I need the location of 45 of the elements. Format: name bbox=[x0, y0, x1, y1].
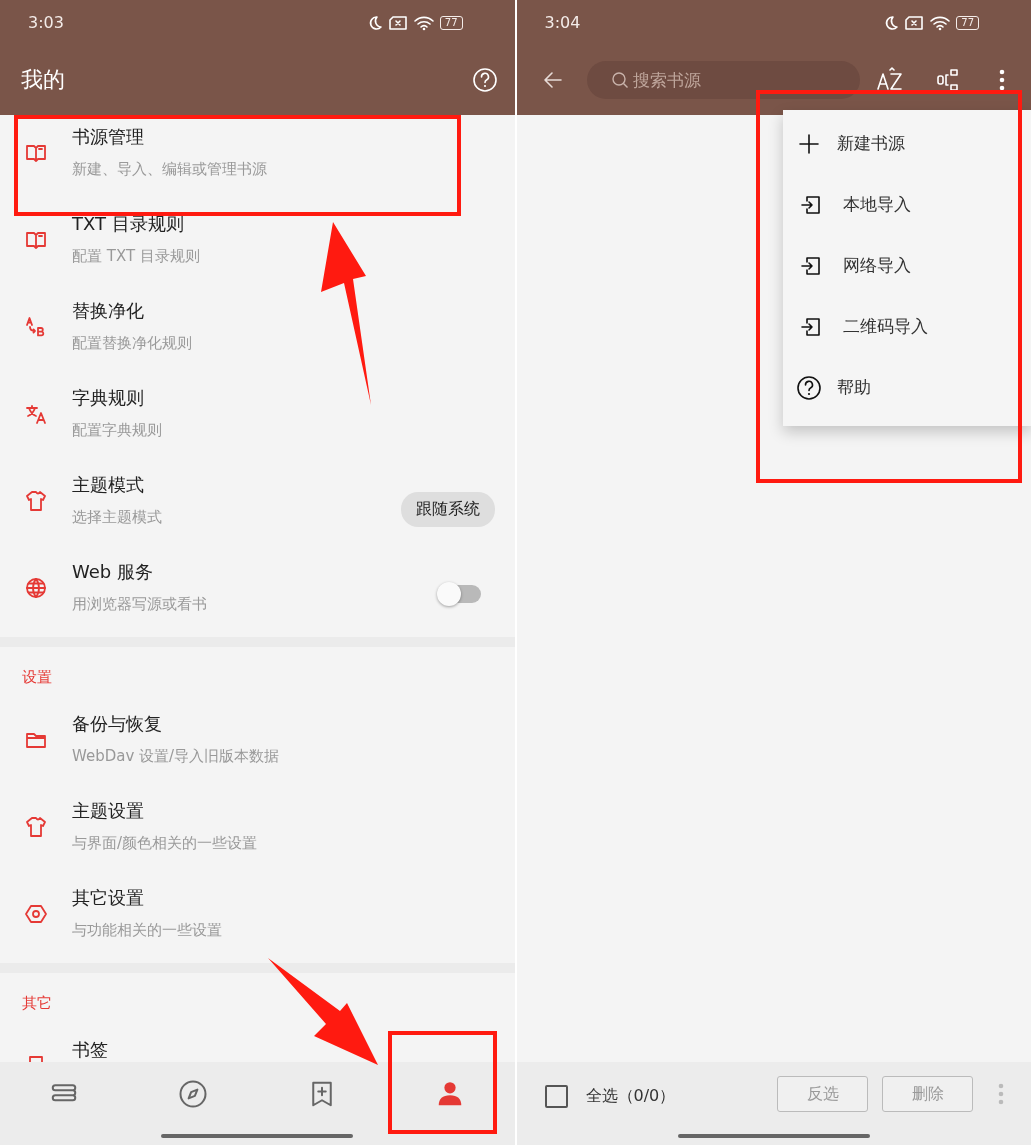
item-subtitle: 与界面/颜色相关的一些设置 bbox=[72, 834, 259, 852]
item-title: 字典规则 bbox=[72, 387, 145, 409]
settings-item[interactable]: 替换净化 配置替换净化规则 bbox=[0, 289, 515, 376]
item-subtitle: 配置 TXT 目录规则 bbox=[72, 247, 201, 265]
item-subtitle: 用浏览器写源或看书 bbox=[72, 595, 208, 613]
item-title: 书源管理 bbox=[72, 126, 145, 148]
settings-item[interactable]: 其它设置 与功能相关的一些设置 bbox=[0, 876, 515, 963]
item-title: 主题模式 bbox=[72, 474, 145, 496]
settings-item[interactable]: 书签 bbox=[0, 1028, 515, 1062]
settings-item[interactable]: 备份与恢复 WebDav 设置/导入旧版本数据 bbox=[0, 702, 515, 789]
select-all-label: 全选（0/0） bbox=[585, 1086, 676, 1107]
settings-item[interactable]: TXT 目录规则 配置 TXT 目录规则 bbox=[0, 202, 515, 289]
menu-item[interactable]: 新建书源 bbox=[782, 113, 1031, 174]
settings-item[interactable]: 字典规则 配置字典规则 bbox=[0, 376, 515, 463]
page-title: 我的 bbox=[21, 66, 65, 94]
section-header: 其它 bbox=[22, 993, 52, 1014]
item-subtitle: 与功能相关的一些设置 bbox=[72, 921, 223, 939]
settings-item[interactable]: 主题模式 选择主题模式 跟随系统 bbox=[0, 463, 515, 550]
item-title: 替换净化 bbox=[72, 300, 145, 322]
item-title: Web 服务 bbox=[72, 561, 154, 583]
search-bar[interactable]: 搜索书源 bbox=[586, 61, 860, 99]
item-title: 书签 bbox=[72, 1039, 109, 1061]
status-time: 3:03 bbox=[28, 13, 64, 32]
item-title: TXT 目录规则 bbox=[72, 213, 185, 235]
menu-item[interactable]: 帮助 bbox=[782, 357, 1031, 418]
item-title: 备份与恢复 bbox=[72, 713, 163, 735]
battery-icon: 77 bbox=[956, 15, 979, 30]
status-time: 3:04 bbox=[544, 13, 581, 32]
item-subtitle: 配置字典规则 bbox=[72, 421, 163, 439]
item-subtitle: 选择主题模式 bbox=[72, 508, 163, 526]
settings-item[interactable]: Web 服务 用浏览器写源或看书 bbox=[0, 550, 515, 637]
item-subtitle: 配置替换净化规则 bbox=[72, 334, 193, 352]
settings-item[interactable]: 书源管理 新建、导入、编辑或管理书源 bbox=[0, 115, 515, 202]
settings-item[interactable]: 主题设置 与界面/颜色相关的一些设置 bbox=[0, 789, 515, 876]
item-subtitle: 新建、导入、编辑或管理书源 bbox=[72, 160, 268, 178]
menu-item[interactable]: 本地导入 bbox=[782, 174, 1031, 235]
mode-chip[interactable]: 跟随系统 bbox=[400, 492, 495, 527]
section-header: 设置 bbox=[22, 667, 52, 688]
menu-item[interactable]: 网络导入 bbox=[782, 235, 1031, 296]
item-title: 主题设置 bbox=[72, 800, 145, 822]
menu-item[interactable]: 二维码导入 bbox=[782, 296, 1031, 357]
item-subtitle: WebDav 设置/导入旧版本数据 bbox=[72, 747, 281, 765]
battery-icon: 77 bbox=[439, 15, 463, 30]
search-input[interactable]: 搜索书源 bbox=[632, 70, 833, 90]
item-title: 其它设置 bbox=[72, 887, 145, 909]
